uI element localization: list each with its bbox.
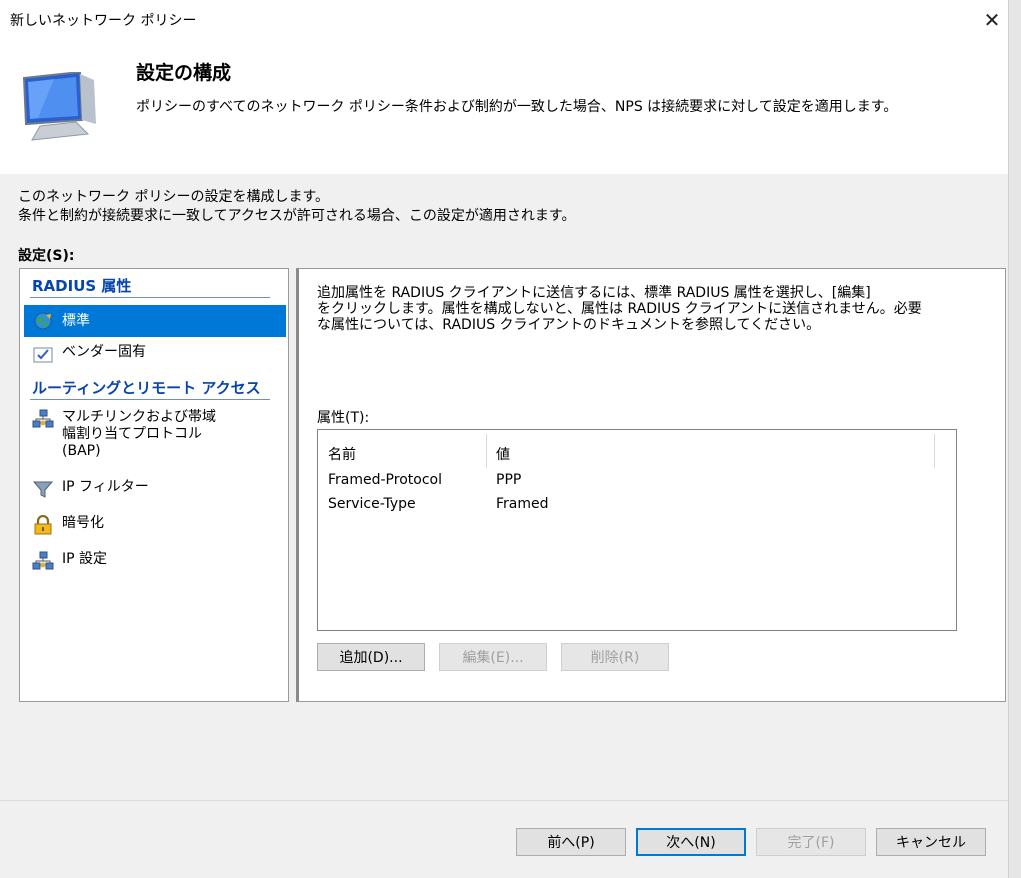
attribute-value: Framed xyxy=(496,496,549,512)
wizard-header: 設定の構成 ポリシーのすべてのネットワーク ポリシー条件および制約が一致した場合… xyxy=(0,40,1008,174)
attribute-name: Service-Type xyxy=(328,496,416,512)
nav-item-ip-filter[interactable]: IP フィルター xyxy=(24,479,286,499)
footer-divider xyxy=(0,800,1008,801)
settings-nav: RADIUS 属性 標準 ベンダー固有 ルーティングとリモート アクセス マルチ… xyxy=(19,268,289,702)
monitor-icon xyxy=(22,72,96,141)
checkbox-icon xyxy=(33,347,53,363)
column-separator[interactable] xyxy=(934,434,935,468)
window-title: 新しいネットワーク ポリシー xyxy=(10,13,197,29)
prev-button[interactable]: 前へ(P) xyxy=(516,828,626,856)
network-icon xyxy=(32,551,54,570)
section-radius-attributes: RADIUS 属性 xyxy=(32,277,132,295)
settings-label: 設定(S): xyxy=(18,248,75,264)
window-edge xyxy=(1008,0,1021,878)
finish-button[interactable]: 完了(F) xyxy=(756,828,866,856)
delete-button[interactable]: 削除(R) xyxy=(561,643,669,671)
nav-item-encryption[interactable]: 暗号化 xyxy=(24,515,286,535)
page-title: 設定の構成 xyxy=(136,62,232,84)
attribute-name: Framed-Protocol xyxy=(328,472,442,488)
nav-item-label: マルチリンクおよび帯域 幅割り当てプロトコル (BAP) xyxy=(62,409,216,459)
nav-item-label: ベンダー固有 xyxy=(62,344,146,360)
nav-item-label: 標準 xyxy=(62,312,90,329)
nav-item-vendor-specific[interactable]: ベンダー固有 xyxy=(24,344,286,364)
attributes-list[interactable]: 名前 値 Framed-Protocol PPP Service-Type Fr… xyxy=(317,429,957,631)
nav-item-standard[interactable]: 標準 xyxy=(24,305,286,337)
intro-line-1: このネットワーク ポリシーの設定を構成します。 xyxy=(18,189,330,205)
edit-button[interactable]: 編集(E)... xyxy=(439,643,547,671)
section-divider xyxy=(30,399,270,400)
nav-item-label: 暗号化 xyxy=(62,515,104,531)
nav-item-label: IP フィルター xyxy=(62,479,149,495)
column-header-value[interactable]: 値 xyxy=(496,444,510,464)
page-subtitle: ポリシーのすべてのネットワーク ポリシー条件および制約が一致した場合、NPS は… xyxy=(136,99,898,115)
section-divider xyxy=(30,297,270,298)
description-line-1: 追加属性を RADIUS クライアントに送信するには、標準 RADIUS 属性を… xyxy=(317,285,871,301)
lock-icon xyxy=(34,515,52,535)
description-line-3: な属性については、RADIUS クライアントのドキュメントを参照してください。 xyxy=(317,317,821,333)
filter-icon xyxy=(32,481,54,498)
nav-item-ip-settings[interactable]: IP 設定 xyxy=(24,551,286,571)
attributes-label: 属性(T): xyxy=(317,410,370,426)
column-header-name[interactable]: 名前 xyxy=(328,444,356,464)
column-separator[interactable] xyxy=(486,434,487,468)
globe-icon xyxy=(34,312,52,330)
section-routing-remote-access: ルーティングとリモート アクセス xyxy=(32,379,261,397)
add-button[interactable]: 追加(D)... xyxy=(317,643,425,671)
network-icon xyxy=(32,409,54,428)
intro-line-2: 条件と制約が接続要求に一致してアクセスが許可される場合、この設定が適用されます。 xyxy=(18,208,576,224)
attribute-value: PPP xyxy=(496,472,522,488)
title-bar: 新しいネットワーク ポリシー ✕ xyxy=(0,0,1008,40)
next-button[interactable]: 次へ(N) xyxy=(636,828,746,856)
description-line-2: をクリックします。属性を構成しないと、属性は RADIUS クライアントに送信さ… xyxy=(317,301,922,317)
cancel-button[interactable]: キャンセル xyxy=(876,828,986,856)
nav-item-multilink-bap[interactable]: マルチリンクおよび帯域 幅割り当てプロトコル (BAP) xyxy=(24,409,286,460)
nav-item-label: IP 設定 xyxy=(62,551,108,567)
close-icon[interactable]: ✕ xyxy=(978,6,1006,34)
content-panel: 追加属性を RADIUS クライアントに送信するには、標準 RADIUS 属性を… xyxy=(296,268,1006,702)
